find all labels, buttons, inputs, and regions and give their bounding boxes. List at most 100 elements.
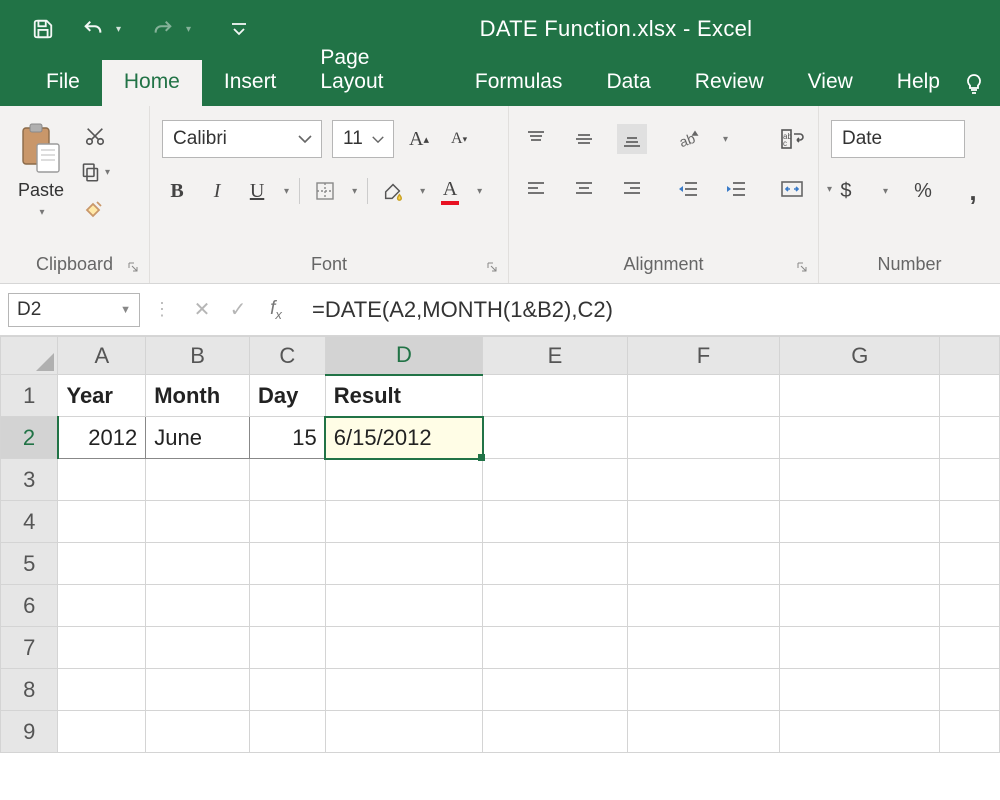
bold-button[interactable]: B bbox=[162, 176, 192, 206]
undo-dropdown-icon[interactable]: ▾ bbox=[116, 24, 126, 35]
borders-dropdown-icon[interactable]: ▾ bbox=[352, 186, 357, 197]
font-name-combo[interactable]: Calibri bbox=[162, 120, 322, 158]
row-header[interactable]: 1 bbox=[1, 375, 58, 417]
tab-home[interactable]: Home bbox=[102, 60, 202, 106]
cell[interactable] bbox=[58, 585, 146, 627]
row-header[interactable]: 9 bbox=[1, 711, 58, 753]
orientation-dropdown-icon[interactable]: ▾ bbox=[723, 134, 728, 145]
cell[interactable] bbox=[940, 585, 1000, 627]
row-header[interactable]: 3 bbox=[1, 459, 58, 501]
cell[interactable]: Day bbox=[249, 375, 325, 417]
tab-file[interactable]: File bbox=[24, 60, 102, 106]
cell[interactable] bbox=[627, 375, 779, 417]
fill-color-dropdown-icon[interactable]: ▾ bbox=[420, 186, 425, 197]
align-right-icon[interactable] bbox=[617, 174, 647, 204]
cell[interactable] bbox=[146, 585, 250, 627]
align-bottom-icon[interactable] bbox=[617, 124, 647, 154]
cell[interactable] bbox=[325, 627, 482, 669]
cell[interactable] bbox=[146, 543, 250, 585]
wrap-text-icon[interactable]: abc bbox=[777, 124, 807, 154]
cut-icon[interactable] bbox=[80, 124, 110, 148]
font-color-icon[interactable]: A bbox=[435, 176, 465, 206]
increase-indent-icon[interactable] bbox=[721, 174, 751, 204]
column-header[interactable]: B bbox=[146, 337, 250, 375]
tell-me-icon[interactable] bbox=[962, 72, 986, 106]
cell[interactable] bbox=[483, 501, 627, 543]
row-header[interactable]: 5 bbox=[1, 543, 58, 585]
cell[interactable] bbox=[58, 711, 146, 753]
cell[interactable] bbox=[627, 585, 779, 627]
cell[interactable] bbox=[325, 669, 482, 711]
underline-dropdown-icon[interactable]: ▾ bbox=[284, 186, 289, 197]
cell[interactable]: Year bbox=[58, 375, 146, 417]
copy-icon[interactable]: ▾ bbox=[80, 160, 110, 184]
cell[interactable] bbox=[249, 627, 325, 669]
cell[interactable] bbox=[780, 375, 940, 417]
tab-page-layout[interactable]: Page Layout bbox=[298, 36, 453, 106]
cell[interactable]: 2012 bbox=[58, 417, 146, 459]
number-format-combo[interactable]: Date bbox=[831, 120, 965, 158]
row-header[interactable]: 2 bbox=[1, 417, 58, 459]
borders-icon[interactable] bbox=[310, 176, 340, 206]
align-center-icon[interactable] bbox=[569, 174, 599, 204]
cell[interactable] bbox=[58, 627, 146, 669]
cell[interactable] bbox=[483, 711, 627, 753]
tab-insert[interactable]: Insert bbox=[202, 60, 299, 106]
cell[interactable] bbox=[249, 669, 325, 711]
cell[interactable] bbox=[146, 627, 250, 669]
cell[interactable] bbox=[249, 711, 325, 753]
paste-button[interactable]: Paste ▾ bbox=[12, 120, 70, 220]
cell[interactable] bbox=[780, 711, 940, 753]
tab-formulas[interactable]: Formulas bbox=[453, 60, 585, 106]
cell[interactable]: 15 bbox=[249, 417, 325, 459]
cell[interactable] bbox=[780, 417, 940, 459]
cell[interactable] bbox=[627, 711, 779, 753]
row-header[interactable]: 7 bbox=[1, 627, 58, 669]
align-left-icon[interactable] bbox=[521, 174, 551, 204]
cell[interactable] bbox=[146, 501, 250, 543]
tab-view[interactable]: View bbox=[786, 60, 875, 106]
column-header[interactable]: A bbox=[58, 337, 146, 375]
cell[interactable] bbox=[940, 417, 1000, 459]
orientation-icon[interactable]: ab bbox=[673, 124, 703, 154]
italic-button[interactable]: I bbox=[202, 176, 232, 206]
font-dialog-launcher-icon[interactable] bbox=[486, 261, 500, 275]
cell[interactable] bbox=[249, 585, 325, 627]
cell[interactable] bbox=[58, 501, 146, 543]
cell[interactable] bbox=[483, 585, 627, 627]
cell[interactable] bbox=[58, 543, 146, 585]
insert-function-icon[interactable]: fx bbox=[256, 298, 296, 322]
underline-button[interactable]: U bbox=[242, 176, 272, 206]
cell[interactable] bbox=[483, 375, 627, 417]
decrease-indent-icon[interactable] bbox=[673, 174, 703, 204]
cell[interactable] bbox=[249, 501, 325, 543]
paste-dropdown-icon[interactable]: ▾ bbox=[40, 207, 45, 218]
cell[interactable] bbox=[780, 459, 940, 501]
align-middle-icon[interactable] bbox=[569, 124, 599, 154]
cell[interactable] bbox=[325, 711, 482, 753]
column-header[interactable] bbox=[940, 337, 1000, 375]
cell[interactable] bbox=[940, 711, 1000, 753]
select-all-corner[interactable] bbox=[1, 337, 58, 375]
cell[interactable] bbox=[483, 627, 627, 669]
accounting-format-icon[interactable]: $ bbox=[831, 176, 861, 206]
column-header[interactable]: E bbox=[483, 337, 627, 375]
cell[interactable] bbox=[58, 669, 146, 711]
cell[interactable] bbox=[146, 669, 250, 711]
align-top-icon[interactable] bbox=[521, 124, 551, 154]
column-header[interactable]: C bbox=[249, 337, 325, 375]
cell[interactable] bbox=[146, 459, 250, 501]
column-header[interactable]: G bbox=[780, 337, 940, 375]
cell[interactable] bbox=[483, 543, 627, 585]
cell[interactable] bbox=[780, 501, 940, 543]
cell[interactable] bbox=[325, 459, 482, 501]
column-header[interactable]: F bbox=[627, 337, 779, 375]
cell[interactable] bbox=[146, 711, 250, 753]
qat-customize-icon[interactable] bbox=[226, 17, 252, 41]
row-header[interactable]: 8 bbox=[1, 669, 58, 711]
cell[interactable] bbox=[249, 459, 325, 501]
cell[interactable] bbox=[780, 585, 940, 627]
cell[interactable] bbox=[940, 459, 1000, 501]
cell[interactable] bbox=[58, 459, 146, 501]
tab-review[interactable]: Review bbox=[673, 60, 786, 106]
